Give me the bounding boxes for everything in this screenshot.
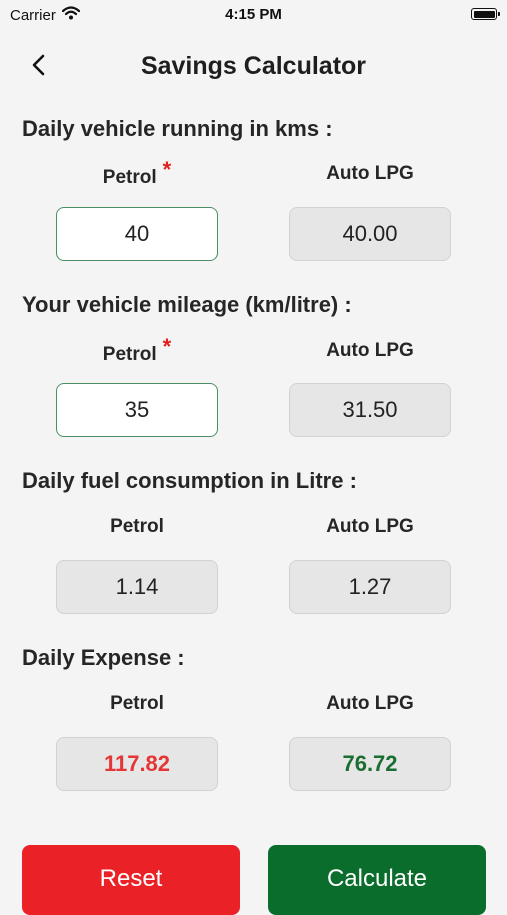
mileage-petrol-input[interactable] [56,383,218,437]
running-petrol-label: Petrol * [56,157,218,189]
status-bar: Carrier 4:15 PM [0,0,507,32]
consumption-petrol-label: Petrol [110,516,164,537]
running-petrol-input[interactable] [56,207,218,261]
expense-petrol-value: 117.82 [56,737,218,791]
reset-button[interactable]: Reset [22,845,240,915]
running-lpg-value: 40.00 [289,207,451,261]
mileage-lpg-value: 31.50 [289,383,451,437]
status-time: 4:15 PM [225,6,282,23]
mileage-petrol-label-text: Petrol [102,344,157,365]
consumption-heading: Daily fuel consumption in Litre : [22,468,357,493]
consumption-lpg-value: 1.27 [289,560,451,614]
running-petrol-label-text: Petrol [102,167,157,188]
expense-lpg-value: 76.72 [289,737,451,791]
calculate-button[interactable]: Calculate [268,845,486,915]
mileage-petrol-label: Petrol * [56,334,218,366]
expense-lpg-label: Auto LPG [326,693,414,714]
battery-icon [471,8,500,20]
required-asterisk: * [162,334,172,359]
consumption-lpg-label: Auto LPG [326,516,414,537]
mileage-heading: Your vehicle mileage (km/litre) : [22,292,352,317]
running-heading: Daily vehicle running in kms : [22,116,333,141]
running-lpg-label: Auto LPG [326,163,414,184]
expense-heading: Daily Expense : [22,645,185,670]
required-asterisk: * [162,157,172,182]
navigation-bar: Savings Calculator [0,44,507,90]
expense-petrol-label: Petrol [110,693,164,714]
consumption-petrol-value: 1.14 [56,560,218,614]
mileage-lpg-label: Auto LPG [326,340,414,361]
page-title: Savings Calculator [140,52,367,80]
